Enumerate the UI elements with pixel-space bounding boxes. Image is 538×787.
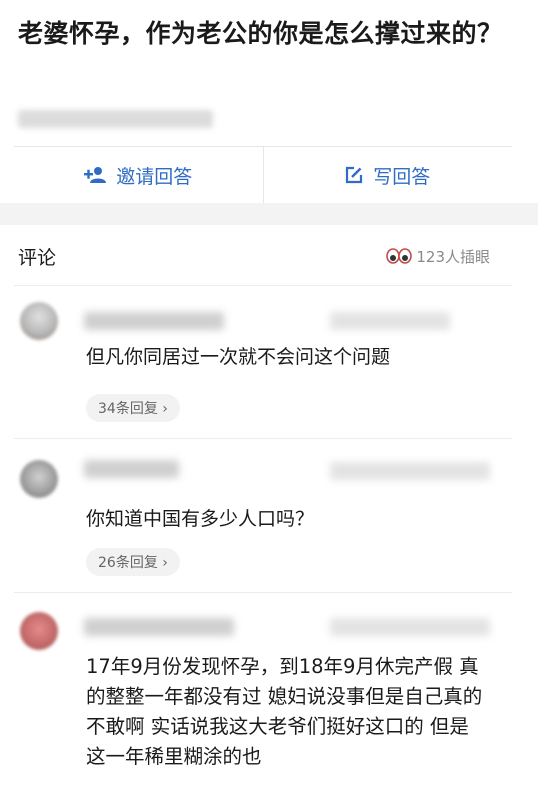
avatar[interactable] [20, 612, 58, 650]
replies-button[interactable]: 34条回复 › [86, 394, 180, 422]
divider [14, 438, 512, 439]
invite-answer-button[interactable]: 邀请回答 [14, 147, 263, 203]
comments-title: 评论 [18, 246, 57, 269]
add-person-icon [84, 166, 107, 184]
invite-answer-label: 邀请回答 [116, 165, 193, 188]
peek-counter[interactable]: 123人插眼 [386, 246, 490, 267]
peek-count-label: 123人插眼 [416, 247, 490, 266]
avatar[interactable] [20, 460, 58, 498]
write-answer-button[interactable]: 写回答 [262, 147, 513, 203]
comment-text: 你知道中国有多少人口吗？ [86, 508, 315, 530]
question-meta-blurred [18, 110, 213, 128]
username-blurred[interactable] [84, 312, 224, 330]
replies-button[interactable]: 26条回复 › [86, 548, 180, 576]
comment-meta-blurred [330, 462, 490, 480]
comment-meta-blurred [330, 618, 490, 636]
username-blurred[interactable] [84, 460, 179, 478]
username-blurred[interactable] [84, 618, 234, 636]
comment-text: 但凡你同居过一次就不会问这个问题 [86, 346, 391, 368]
comments-header: 评论 123人插眼 [18, 240, 490, 272]
comment-text: 17年9月份发现怀孕，到18年9月休完产假 真的整整一年都没有过 媳妇说没事但是… [86, 655, 483, 768]
eyes-icon [386, 248, 413, 264]
section-gap [0, 203, 538, 225]
question-title: 老婆怀孕，作为老公的你是怎么撑过来的？ [18, 19, 503, 48]
avatar[interactable] [20, 302, 58, 340]
divider [14, 285, 512, 286]
write-answer-label: 写回答 [373, 165, 431, 188]
divider [14, 592, 512, 593]
comment-meta-blurred [330, 312, 450, 330]
answer-action-bar: 邀请回答 写回答 [14, 146, 512, 204]
edit-icon [345, 166, 363, 184]
